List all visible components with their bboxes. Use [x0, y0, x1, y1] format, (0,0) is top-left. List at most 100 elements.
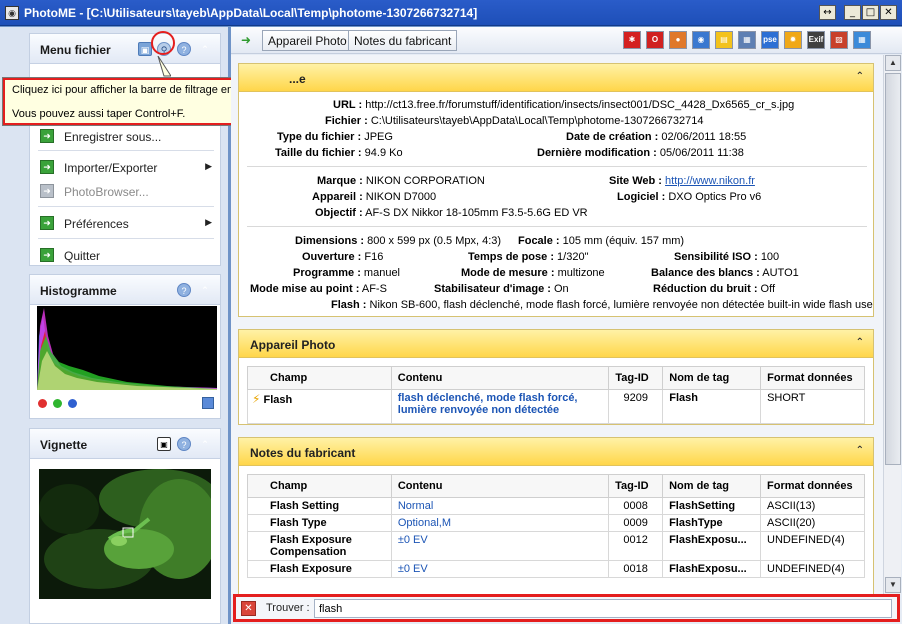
- column-header-format[interactable]: Format données: [760, 366, 865, 390]
- collapse-icon[interactable]: ⌃: [856, 337, 864, 348]
- software-row: Logiciel : DXO Optics Pro v6: [617, 191, 761, 203]
- brand-row: Marque : NIKON CORPORATION: [317, 175, 485, 187]
- find-input[interactable]: [314, 599, 892, 618]
- vertical-scrollbar[interactable]: ▲ ▼: [883, 55, 901, 594]
- column-header-tag-id[interactable]: Tag-ID: [608, 366, 664, 390]
- focal-row: Focale : 105 mm (équiv. 157 mm): [518, 235, 684, 247]
- column-header-contenu[interactable]: Contenu: [390, 474, 610, 498]
- green-arrow-icon[interactable]: ➜: [241, 33, 251, 47]
- format-cell: UNDEFINED(4): [760, 531, 865, 561]
- dpse-icon[interactable]: pse: [761, 31, 779, 49]
- menu-item-quit[interactable]: ➜ Quitter: [38, 247, 214, 265]
- chrome-icon[interactable]: ◉: [692, 31, 710, 49]
- histogram-mode-icon[interactable]: [202, 397, 214, 409]
- format-cell: UNDEFINED(4): [760, 560, 865, 578]
- menu-item-import-export[interactable]: ➜ Importer/Exporter ▶: [38, 159, 214, 177]
- grid-icon[interactable]: ▦: [853, 31, 871, 49]
- collapse-icon[interactable]: ⌃: [856, 445, 864, 456]
- help-icon[interactable]: ?: [177, 437, 191, 451]
- aperture-value: F16: [364, 251, 384, 263]
- column-header-champ[interactable]: Champ: [247, 366, 392, 390]
- camera-section-header[interactable]: Appareil Photo ⌃: [239, 330, 873, 358]
- iso-label: Sensibilité ISO :: [674, 251, 758, 263]
- restore-size-button[interactable]: ↔: [819, 5, 836, 20]
- red-channel-toggle[interactable]: [38, 399, 47, 408]
- lens-row: Objectif : AF-S DX Nikkor 18-105mm F3.5-…: [315, 207, 588, 219]
- contenu-cell: ±0 EV: [390, 531, 610, 561]
- help-icon[interactable]: ?: [177, 42, 191, 56]
- minimize-button[interactable]: _: [844, 5, 861, 20]
- collapse-icon[interactable]: ⌃: [198, 42, 212, 56]
- column-header-nom-tag[interactable]: Nom de tag: [662, 474, 762, 498]
- opera-icon[interactable]: O: [646, 31, 664, 49]
- green-channel-toggle[interactable]: [53, 399, 62, 408]
- metering-value: multizone: [557, 267, 605, 279]
- brand-value: NIKON CORPORATION: [365, 175, 485, 187]
- nom-cell: FlashType: [662, 514, 762, 532]
- champ-cell: ⚡ Flash: [247, 389, 392, 424]
- table-row[interactable]: ⚡ Flash flash déclenché, mode flash forc…: [247, 389, 865, 424]
- general-section: ...e ⌃ URL : http://ct13.free.fr/forumst…: [238, 63, 874, 317]
- wb-value: AUTO1: [762, 267, 799, 279]
- camera-section: Appareil Photo ⌃ Champ Contenu Tag-ID No…: [238, 329, 874, 425]
- close-find-icon[interactable]: ✕: [241, 601, 256, 616]
- maximize-button[interactable]: □: [862, 5, 879, 20]
- scroll-thumb[interactable]: [885, 73, 901, 465]
- find-bar: ✕ Trouver :: [233, 594, 900, 622]
- column-header-nom-tag[interactable]: Nom de tag: [662, 366, 762, 390]
- lens-label: Objectif :: [315, 207, 363, 219]
- format-cell: ASCII(13): [760, 497, 865, 515]
- website-link[interactable]: http://www.nikon.fr: [665, 175, 755, 187]
- yellow-note-icon[interactable]: ▤: [715, 31, 733, 49]
- firefox-icon[interactable]: ●: [669, 31, 687, 49]
- menu-item-preferences[interactable]: ➜ Préférences ▶: [38, 215, 214, 233]
- table-row[interactable]: Flash Exposure Compensation ±0 EV 0012 F…: [247, 531, 865, 561]
- menu-item-photobrowser[interactable]: ➜ PhotoBrowser...: [38, 183, 214, 201]
- fit-icon[interactable]: ▣: [157, 437, 171, 451]
- filter-icon[interactable]: ▣: [138, 42, 152, 56]
- tab-notes-fabricant[interactable]: Notes du fabricant: [348, 30, 458, 51]
- menu-fichier-header: Menu fichier ▣ ⚲ ? ⌃: [30, 34, 220, 64]
- document-icon[interactable]: ▦: [738, 31, 756, 49]
- scroll-up-button[interactable]: ▲: [885, 55, 901, 71]
- blue-channel-toggle[interactable]: [68, 399, 77, 408]
- table-row[interactable]: Flash Type Optional,M 0009 FlashType ASC…: [247, 514, 865, 532]
- scroll-down-button[interactable]: ▼: [885, 577, 901, 593]
- champ-cell: Flash Type: [247, 514, 392, 532]
- menu-item-label: Quitter: [64, 249, 101, 263]
- red-splat-icon[interactable]: ✱: [623, 31, 641, 49]
- size-row: Taille du fichier : 94.9 Ko: [275, 147, 403, 159]
- help-icon[interactable]: ?: [177, 283, 191, 297]
- table-row[interactable]: Flash Exposure ±0 EV 0018 FlashExposu...…: [247, 560, 865, 578]
- nom-cell: Flash: [662, 389, 762, 424]
- column-header-contenu[interactable]: Contenu: [390, 366, 610, 390]
- maker-notes-header[interactable]: Notes du fabricant ⌃: [239, 438, 873, 466]
- column-header-champ[interactable]: Champ: [247, 474, 392, 498]
- website-label: Site Web :: [609, 175, 662, 187]
- collapse-icon[interactable]: ⌃: [198, 437, 212, 451]
- title-bar[interactable]: ◉ PhotoME - [C:\Utilisateurs\tayeb\AppDa…: [0, 0, 902, 26]
- menu-fichier-panel: Menu fichier ▣ ⚲ ? ⌃ ➜ Enregistrer sous.…: [29, 33, 221, 266]
- table-row[interactable]: Flash Setting Normal 0008 FlashSetting A…: [247, 497, 865, 515]
- thumbnail-image[interactable]: [39, 469, 211, 599]
- app-icon[interactable]: ◉: [5, 6, 19, 20]
- close-button[interactable]: ✕: [880, 5, 897, 20]
- table-header-row: Champ Contenu Tag-ID Nom de tag Format d…: [247, 366, 865, 390]
- divider: [38, 206, 214, 207]
- sun-icon[interactable]: ✹: [784, 31, 802, 49]
- tab-appareil-photo[interactable]: Appareil Photo: [262, 30, 353, 51]
- collapse-icon[interactable]: ⌃: [856, 71, 864, 82]
- chart-icon[interactable]: ▨: [830, 31, 848, 49]
- exif-icon[interactable]: Exif: [807, 31, 825, 49]
- column-header-format[interactable]: Format données: [760, 474, 865, 498]
- menu-item-save-as[interactable]: ➜ Enregistrer sous...: [38, 128, 214, 146]
- modified-label: Dernière modification :: [537, 147, 657, 159]
- general-section-header[interactable]: ...e ⌃: [239, 64, 873, 92]
- find-label: Trouver :: [266, 602, 310, 614]
- collapse-icon[interactable]: ⌃: [198, 283, 212, 297]
- column-header-tag-id[interactable]: Tag-ID: [608, 474, 664, 498]
- content-area[interactable]: ...e ⌃ URL : http://ct13.free.fr/forumst…: [231, 55, 883, 594]
- focus-row: Mode mise au point : AF-S: [250, 283, 387, 295]
- arrow-right-icon: ➜: [40, 160, 54, 174]
- maker-notes-table: Champ Contenu Tag-ID Nom de tag Format d…: [247, 474, 865, 578]
